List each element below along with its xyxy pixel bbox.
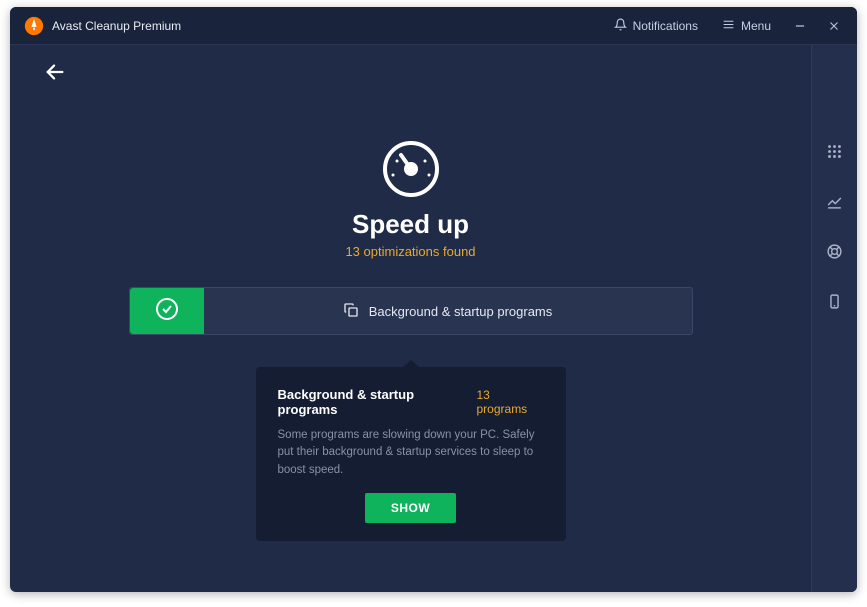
optimizations-count: 13 optimizations found [345, 244, 475, 259]
titlebar-actions: Notifications Menu [604, 11, 849, 41]
avast-logo-icon [24, 16, 44, 36]
speedometer-icon [379, 137, 443, 201]
popup-title: Background & startup programs [278, 387, 477, 417]
minimize-button[interactable] [785, 11, 815, 41]
notifications-button[interactable]: Notifications [604, 12, 708, 40]
sidebar-apps-button[interactable] [812, 133, 858, 175]
back-button[interactable] [44, 61, 66, 88]
optimization-item-content: Background & startup programs [204, 302, 692, 321]
popup-program-count: 13 programs [477, 388, 544, 416]
sidebar-stats-button[interactable] [812, 183, 858, 225]
titlebar: Avast Cleanup Premium Notifications [10, 7, 857, 45]
detail-popup: Background & startup programs 13 program… [256, 367, 566, 541]
menu-button[interactable]: Menu [712, 12, 781, 40]
right-sidebar [811, 45, 857, 592]
sidebar-mobile-button[interactable] [812, 283, 858, 325]
show-button[interactable]: SHOW [365, 493, 456, 523]
status-check-block [130, 288, 204, 334]
lifebuoy-icon [826, 243, 843, 265]
notifications-label: Notifications [633, 19, 698, 33]
grid-icon [826, 143, 843, 165]
menu-label: Menu [741, 19, 771, 33]
sidebar-help-button[interactable] [812, 233, 858, 275]
bell-icon [614, 18, 627, 34]
hamburger-icon [722, 18, 735, 34]
copy-icon [343, 302, 359, 321]
optimization-item-label: Background & startup programs [369, 304, 553, 319]
close-button[interactable] [819, 11, 849, 41]
popup-description: Some programs are slowing down your PC. … [278, 427, 544, 479]
check-circle-icon [155, 297, 179, 326]
app-window: Avast Cleanup Premium Notifications [10, 7, 857, 592]
hero-section: Speed up 13 optimizations found [129, 137, 693, 335]
chart-line-icon [826, 193, 843, 215]
page-title: Speed up [352, 209, 469, 240]
app-title: Avast Cleanup Premium [52, 19, 604, 33]
mobile-icon [826, 293, 843, 315]
optimization-item-background-programs[interactable]: Background & startup programs [129, 287, 693, 335]
popup-header: Background & startup programs 13 program… [278, 387, 544, 417]
